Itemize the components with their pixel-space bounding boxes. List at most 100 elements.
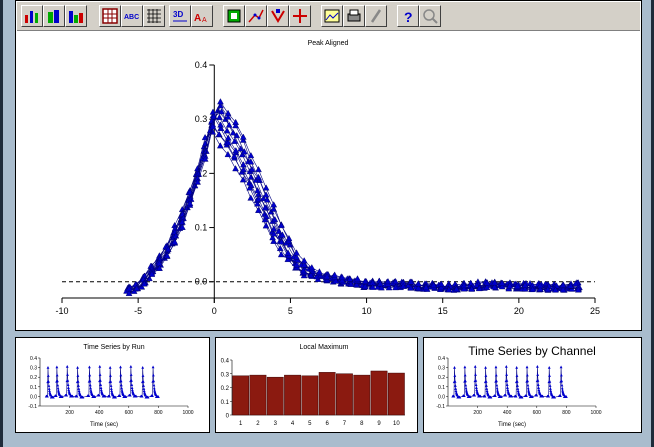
bar-chart-icon: [25, 11, 38, 23]
y-tick-label: -0.1: [436, 404, 445, 410]
data-point: [89, 386, 93, 390]
bar-9: [370, 370, 388, 416]
time-series-by-channel-panel[interactable]: Time Series by Channel -0.1 0.0 0.1 0.2 0.3 0.…: [423, 337, 642, 433]
x-tick-label: 600: [533, 410, 542, 416]
x-tick-label: 400: [95, 410, 104, 416]
data-point: [76, 366, 79, 369]
data-point: [526, 386, 530, 390]
bar-1: [232, 375, 250, 416]
x-tick-label: 7: [343, 421, 347, 427]
panel-title: Time Series by Channel: [468, 344, 596, 358]
data-point: [316, 268, 323, 275]
data-point: [494, 373, 498, 377]
y-tick-label: 0.4: [195, 60, 208, 70]
series-line: [127, 117, 578, 291]
x-tick-label: 600: [125, 410, 134, 416]
series-8: [126, 108, 583, 293]
data-point: [88, 373, 92, 377]
font-size-button[interactable]: AA: [191, 5, 213, 27]
series-line: [127, 124, 578, 291]
3d-rotate-button[interactable]: 3D: [169, 5, 191, 27]
data-point: [505, 373, 509, 376]
abc-text-button[interactable]: ABC: [121, 5, 143, 27]
data-point: [549, 387, 552, 390]
panel-title: Local Maximum: [299, 344, 348, 351]
application-window: ABC 3D A A? Peak Aligned -10 -5 0 5 10 15 20 25 0.0 0…: [0, 0, 654, 447]
help-button[interactable]: ?: [397, 5, 419, 27]
y-tick-label: 0.3: [438, 366, 445, 372]
data-point: [547, 366, 551, 369]
time-series-by-run-chart: Time Series by Run -0.1 0.0 0.1 0.2 0.3 0.4 200…: [28, 344, 193, 428]
y-tick-label: 0.3: [30, 366, 37, 372]
x-tick-label: 5: [288, 306, 293, 316]
table-grid-button[interactable]: [143, 5, 165, 27]
print-button[interactable]: [343, 5, 365, 27]
data-point: [473, 365, 477, 368]
scatter-button[interactable]: [245, 5, 267, 27]
main-chart-panel: ABC 3D A A? Peak Aligned -10 -5 0 5 10 15 20 25 0.0 0…: [15, 0, 642, 331]
crosshair-button[interactable]: [289, 5, 311, 27]
x-tick-label: 9: [377, 421, 381, 427]
x-tick-label: 2: [256, 421, 260, 427]
bar-6: [318, 372, 336, 416]
x-tick-label: 800: [562, 410, 571, 416]
data-point: [536, 373, 540, 376]
data-point: [247, 194, 255, 201]
bar-2: [249, 374, 267, 416]
peak-aligned-chart[interactable]: Peak Aligned-10 -5 0 5 10 15 20 250.00.10.20.30…: [17, 31, 640, 330]
data-grid-button[interactable]: [99, 5, 121, 27]
y-tick-label: 0.4: [438, 356, 445, 362]
x-tick-label: 0: [212, 306, 217, 316]
y-tick-label: 0.2: [438, 375, 445, 381]
data-point: [255, 166, 262, 173]
x-tick-label: 15: [438, 306, 448, 316]
x-tick-label: -5: [134, 306, 142, 316]
data-point: [240, 166, 247, 173]
bar-10: [387, 372, 405, 416]
chart-title: Peak Aligned: [308, 40, 349, 47]
image-icon: [324, 9, 340, 23]
image-button[interactable]: [321, 5, 343, 27]
data-point: [525, 373, 529, 377]
zoom-button[interactable]: [419, 5, 441, 27]
y-tick-label: 0.3: [195, 114, 208, 124]
time-series-by-run-panel[interactable]: Time Series by Run -0.1 0.0 0.1 0.2 0.3 0.4 200…: [15, 337, 210, 433]
data-point: [119, 373, 123, 377]
x-axis-label: Time (sec): [498, 422, 526, 428]
local-maximum-panel[interactable]: Local Maximum 0 0.1 0.2 0.3 0.4 1 2 3 4 5 6 7 8 9 10: [215, 337, 418, 433]
pen-button[interactable]: [365, 5, 387, 27]
data-point: [463, 373, 467, 377]
border-button[interactable]: [223, 5, 245, 27]
data-point: [217, 98, 224, 105]
x-tick-label: 1: [239, 421, 243, 427]
data-point: [88, 365, 91, 369]
time-series-by-channel-chart: Time Series by Channel -0.1 0.0 0.1 0.2 0.3 0.…: [436, 344, 601, 428]
bar-chart-button[interactable]: [21, 5, 43, 27]
help-icon: ?: [404, 9, 413, 25]
data-point: [559, 373, 563, 377]
3d-bar-button[interactable]: [43, 5, 65, 27]
stacked-bar-button[interactable]: [65, 5, 87, 27]
y-tick-label: 0.1: [30, 385, 37, 391]
y-tick-label: 0.1: [195, 223, 208, 233]
series-10: [125, 98, 582, 296]
marker-icon: [271, 9, 285, 23]
x-tick-label: 6: [325, 421, 329, 427]
toolbar: ABC 3D A A?: [17, 2, 640, 31]
x-tick-label: 8: [360, 421, 364, 427]
marker-button[interactable]: [267, 5, 289, 27]
data-point: [120, 386, 124, 390]
data-point: [525, 365, 529, 369]
data-grid-icon: [102, 8, 118, 24]
data-point: [46, 366, 50, 369]
data-point: [485, 387, 489, 390]
data-point: [504, 365, 508, 368]
data-point: [141, 366, 145, 369]
x-tick-label: -10: [55, 306, 68, 316]
x-tick-label: 20: [514, 306, 524, 316]
series-line: [129, 111, 579, 291]
data-point: [223, 127, 231, 134]
data-point: [98, 373, 102, 376]
data-point: [216, 142, 224, 149]
y-tick-label: 0.0: [195, 277, 208, 287]
